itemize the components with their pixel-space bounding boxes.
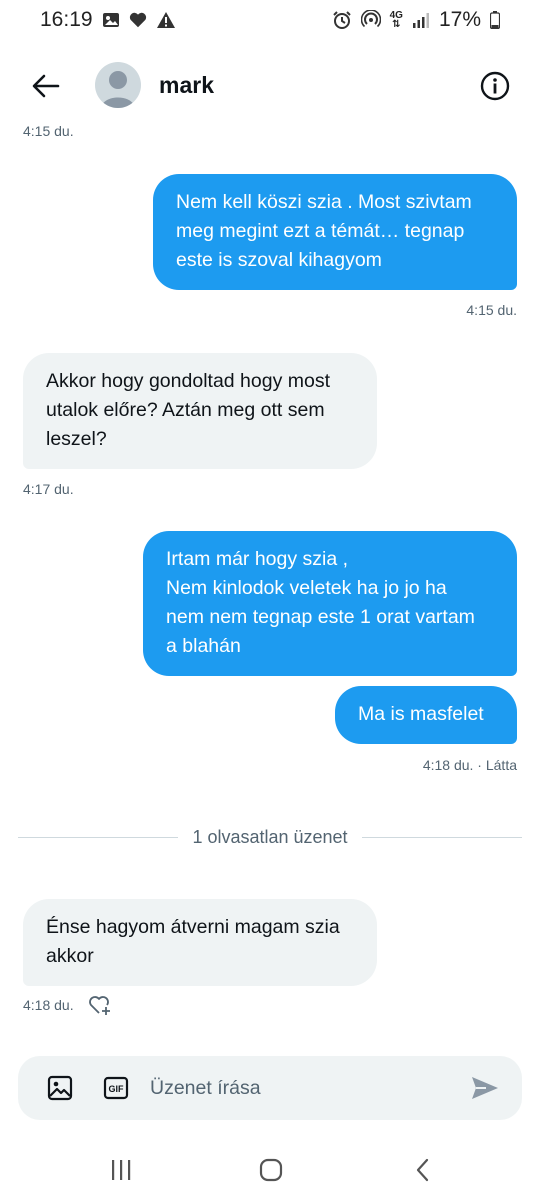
message-input[interactable]	[150, 1073, 450, 1103]
conversation-info-button[interactable]	[477, 68, 513, 104]
default-avatar-icon	[101, 71, 135, 108]
message-line: utalok előre? Aztán meg ott sem	[46, 399, 325, 421]
add-reaction-button[interactable]	[88, 993, 112, 1017]
warning-notification-icon	[156, 11, 176, 29]
home-button[interactable]	[251, 1154, 291, 1186]
unread-divider: 1 olvasatlan üzenet	[18, 825, 523, 849]
message-line: este is szoval kihagyom	[176, 249, 382, 271]
incoming-message[interactable]: Énse hagyom átverni magam szia akkor	[23, 899, 377, 986]
back-arrow-icon	[32, 74, 60, 98]
message-line: Ma is masfelet	[358, 703, 484, 725]
message-line: a blahán	[166, 635, 241, 657]
message-composer: GIF	[18, 1056, 522, 1120]
contact-name[interactable]: mark	[159, 72, 214, 99]
heart-notification-icon	[129, 11, 147, 29]
message-timestamp: 4:15 du.	[466, 302, 517, 318]
incoming-message[interactable]: Akkor hogy gondoltad hogy most utalok el…	[23, 353, 377, 469]
network-type-icon: 4G ⇅	[390, 11, 403, 30]
outgoing-message[interactable]: Nem kell köszi szia . Most szivtam meg m…	[153, 174, 517, 290]
send-button[interactable]	[470, 1073, 500, 1103]
alarm-icon	[332, 10, 352, 30]
message-timestamp: 4:15 du.	[23, 123, 74, 139]
signal-icon	[412, 11, 430, 29]
message-line: leszel?	[46, 428, 107, 450]
unread-label: 1 olvasatlan üzenet	[192, 826, 348, 847]
back-button[interactable]	[28, 68, 64, 104]
recent-apps-icon	[112, 1160, 131, 1180]
message-status: 4:18 du. · Látta	[422, 757, 517, 773]
message-line: Akkor hogy gondoltad hogy most	[46, 370, 331, 392]
divider-rule	[361, 836, 523, 838]
add-reaction-icon	[89, 996, 110, 1015]
status-right: 4G ⇅ 17%	[332, 8, 500, 32]
status-left: 16:19	[40, 8, 176, 32]
image-icon	[47, 1075, 73, 1101]
send-icon	[472, 1077, 498, 1099]
message-line: Irtam már hogy szia ,	[166, 548, 349, 570]
conversation-header: mark	[0, 56, 540, 116]
message-timestamp: 4:18 du.	[23, 997, 74, 1013]
svg-text:GIF: GIF	[109, 1084, 125, 1094]
add-gif-button[interactable]: GIF	[101, 1073, 131, 1103]
divider-rule	[18, 836, 179, 838]
data-arrows-icon: ⇅	[392, 19, 401, 30]
outgoing-message[interactable]: Irtam már hogy szia , Nem kinlodok velet…	[143, 531, 517, 676]
add-photo-button[interactable]	[45, 1073, 75, 1103]
chevron-left-icon	[416, 1158, 429, 1182]
message-line: akkor	[46, 945, 94, 967]
message-line: Énse hagyom átverni magam szia	[46, 916, 340, 938]
info-icon	[480, 71, 510, 101]
hotspot-icon	[360, 10, 381, 30]
home-icon	[259, 1158, 283, 1182]
message-timestamp: 4:17 du.	[23, 481, 74, 497]
system-navigation-bar	[0, 1140, 540, 1200]
avatar[interactable]	[95, 62, 141, 108]
gallery-notification-icon	[102, 11, 120, 29]
outgoing-message[interactable]: Ma is masfelet	[335, 686, 517, 744]
message-line: nem nem tegnap este 1 orat vartam	[166, 606, 475, 628]
message-line: Nem kell köszi szia . Most szivtam	[176, 191, 472, 213]
recent-apps-button[interactable]	[101, 1154, 141, 1186]
back-nav-button[interactable]	[403, 1154, 443, 1186]
battery-icon	[490, 11, 500, 29]
message-line: Nem kinlodok veletek ha jo jo ha	[166, 577, 447, 599]
clock: 16:19	[40, 8, 93, 31]
message-line: meg megint ezt a témát… tegnap	[176, 220, 465, 242]
gif-icon: GIF	[103, 1076, 129, 1100]
battery-percent: 17%	[438, 8, 481, 31]
status-bar: 16:19 4G ⇅ 17%	[0, 0, 540, 40]
